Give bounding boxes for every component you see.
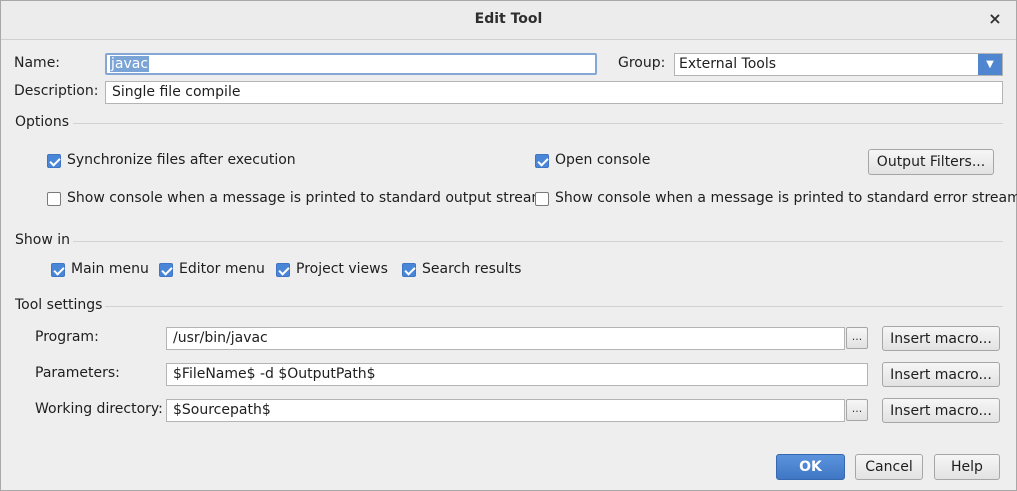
working-directory-input-value: $Sourcepath$ [173,402,271,418]
description-input-value: Single file compile [112,84,241,100]
dialog-title: Edit Tool [474,11,543,27]
group-select[interactable]: External Tools ▼ [674,53,1003,76]
name-input-value: javac [110,56,150,72]
parameters-input-value: $FileName$ -d $OutputPath$ [173,366,376,382]
group-label: Group: [618,55,666,71]
show-in-header: Show in [15,232,70,248]
program-browse-button[interactable]: ... [846,327,868,349]
working-directory-browse-button[interactable]: ... [846,399,868,421]
tool-settings-divider [105,306,1003,307]
working-directory-input[interactable]: $Sourcepath$ [166,399,845,422]
working-directory-label: Working directory: [35,401,163,417]
project-views-label: Project views [296,261,388,277]
options-header: Options [15,114,70,130]
parameters-input[interactable]: $FileName$ -d $OutputPath$ [166,363,868,386]
program-input[interactable]: /usr/bin/javac [166,327,845,350]
search-results-label: Search results [422,261,522,277]
program-insert-macro-button[interactable]: Insert macro... [882,326,1000,351]
cancel-button[interactable]: Cancel [855,454,923,480]
chevron-down-icon[interactable]: ▼ [978,54,1002,75]
group-select-value: External Tools [679,56,777,72]
show-in-divider [73,241,1003,242]
show-console-stderr-label: Show console when a message is printed t… [555,190,1017,206]
close-icon[interactable]: × [986,9,1004,29]
show-console-stdout-label: Show console when a message is printed t… [67,190,546,206]
options-divider [73,123,1003,124]
parameters-label: Parameters: [35,365,120,381]
tool-settings-header: Tool settings [15,297,103,313]
open-console-checkbox[interactable] [535,154,549,168]
editor-menu-checkbox[interactable] [159,263,173,277]
sync-files-label: Synchronize files after execution [67,152,296,168]
ok-button[interactable]: OK [776,454,845,480]
output-filters-button[interactable]: Output Filters... [868,149,994,175]
description-input[interactable]: Single file compile [105,81,1003,104]
edit-tool-dialog: Edit Tool × Name: javac Group: External … [0,0,1017,491]
program-input-value: /usr/bin/javac [173,330,268,346]
main-menu-label: Main menu [71,261,149,277]
title-bar: Edit Tool × [1,1,1016,40]
search-results-checkbox[interactable] [402,263,416,277]
help-button[interactable]: Help [934,454,1000,480]
description-label: Description: [14,83,99,99]
show-console-stdout-checkbox[interactable] [47,192,61,206]
name-input[interactable]: javac [105,53,597,75]
working-directory-insert-macro-button[interactable]: Insert macro... [882,398,1000,423]
editor-menu-label: Editor menu [179,261,265,277]
sync-files-checkbox[interactable] [47,154,61,168]
project-views-checkbox[interactable] [276,263,290,277]
show-console-stderr-checkbox[interactable] [535,192,549,206]
open-console-label: Open console [555,152,651,168]
main-menu-checkbox[interactable] [51,263,65,277]
name-label: Name: [14,55,61,71]
program-label: Program: [35,329,99,345]
parameters-insert-macro-button[interactable]: Insert macro... [882,362,1000,387]
